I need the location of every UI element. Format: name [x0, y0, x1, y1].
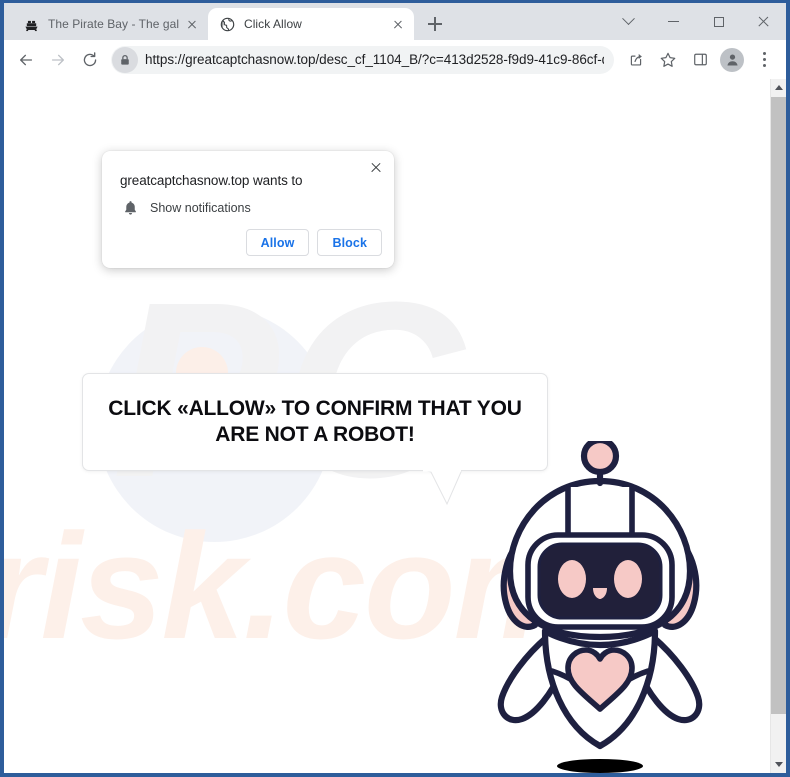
- popup-actions: Allow Block: [245, 229, 382, 256]
- scroll-down-button[interactable]: [771, 756, 786, 773]
- chevron-down-icon: [622, 12, 635, 26]
- page-viewport: PC risk.com CLICK «ALLOW» TO CONFIRM THA…: [4, 79, 786, 773]
- browser-menu-button[interactable]: [749, 45, 779, 75]
- profile-avatar-icon: [720, 47, 744, 72]
- tab-click-allow[interactable]: Click Allow: [208, 8, 414, 40]
- permission-row: Show notifications: [120, 198, 251, 218]
- bookmark-button[interactable]: [653, 45, 683, 75]
- profile-button[interactable]: [717, 45, 747, 75]
- back-arrow-icon: [20, 54, 33, 65]
- close-icon[interactable]: [389, 16, 406, 33]
- share-button[interactable]: [621, 45, 651, 75]
- speech-bubble-tail: [423, 470, 462, 506]
- close-icon[interactable]: [366, 158, 386, 178]
- permission-label: Show notifications: [150, 201, 251, 215]
- maximize-icon: [713, 16, 724, 27]
- browser-window: The Pirate Bay - The galaxy's mos Click …: [0, 0, 790, 777]
- minimize-icon: [668, 20, 679, 23]
- close-icon[interactable]: [183, 16, 200, 33]
- tab-title: Click Allow: [244, 17, 302, 31]
- star-icon: [660, 52, 676, 67]
- popup-title: greatcaptchasnow.top wants to: [120, 173, 303, 188]
- side-panel-button[interactable]: [685, 45, 715, 75]
- window-controls: [606, 3, 786, 40]
- tab-pirate-bay[interactable]: The Pirate Bay - The galaxy's mos: [12, 8, 208, 40]
- kebab-menu-icon: [762, 52, 766, 67]
- close-icon: [757, 15, 770, 28]
- navigation-toolbar: https://greatcaptchasnow.top/desc_cf_110…: [4, 40, 786, 79]
- tab-search-button[interactable]: [606, 6, 651, 38]
- lock-icon[interactable]: [112, 46, 138, 73]
- close-window-button[interactable]: [741, 6, 786, 38]
- scroll-up-arrow-icon: [775, 85, 783, 90]
- scroll-up-button[interactable]: [771, 79, 786, 96]
- globe-icon: [219, 16, 235, 32]
- page-scrollbar[interactable]: [770, 79, 786, 773]
- reload-button[interactable]: [75, 45, 105, 75]
- block-button[interactable]: Block: [317, 229, 382, 256]
- bell-icon: [120, 198, 140, 218]
- tab-title: The Pirate Bay - The galaxy's mos: [48, 17, 179, 31]
- scrollbar-thumb[interactable]: [771, 97, 786, 714]
- robot-mascot: [497, 441, 703, 773]
- minimize-button[interactable]: [651, 6, 696, 38]
- notification-permission-popup: greatcaptchasnow.top wants to Show notif…: [102, 151, 394, 268]
- ship-icon: [23, 16, 39, 32]
- back-button[interactable]: [11, 45, 41, 75]
- forward-button[interactable]: [43, 45, 73, 75]
- url-text: https://greatcaptchasnow.top/desc_cf_110…: [145, 52, 604, 67]
- tab-strip: The Pirate Bay - The galaxy's mos Click …: [4, 3, 786, 40]
- forward-arrow-icon: [51, 54, 64, 65]
- maximize-button[interactable]: [696, 6, 741, 38]
- allow-button[interactable]: Allow: [245, 229, 310, 256]
- reload-icon: [83, 51, 97, 66]
- share-icon: [630, 53, 642, 66]
- call-to-action-text: CLICK «ALLOW» TO CONFIRM THAT YOU ARE NO…: [108, 397, 522, 446]
- speech-bubble: CLICK «ALLOW» TO CONFIRM THAT YOU ARE NO…: [82, 373, 548, 471]
- address-bar[interactable]: https://greatcaptchasnow.top/desc_cf_110…: [111, 45, 614, 74]
- side-panel-icon: [693, 53, 707, 66]
- new-tab-button[interactable]: [421, 10, 449, 38]
- scroll-down-arrow-icon: [775, 762, 783, 767]
